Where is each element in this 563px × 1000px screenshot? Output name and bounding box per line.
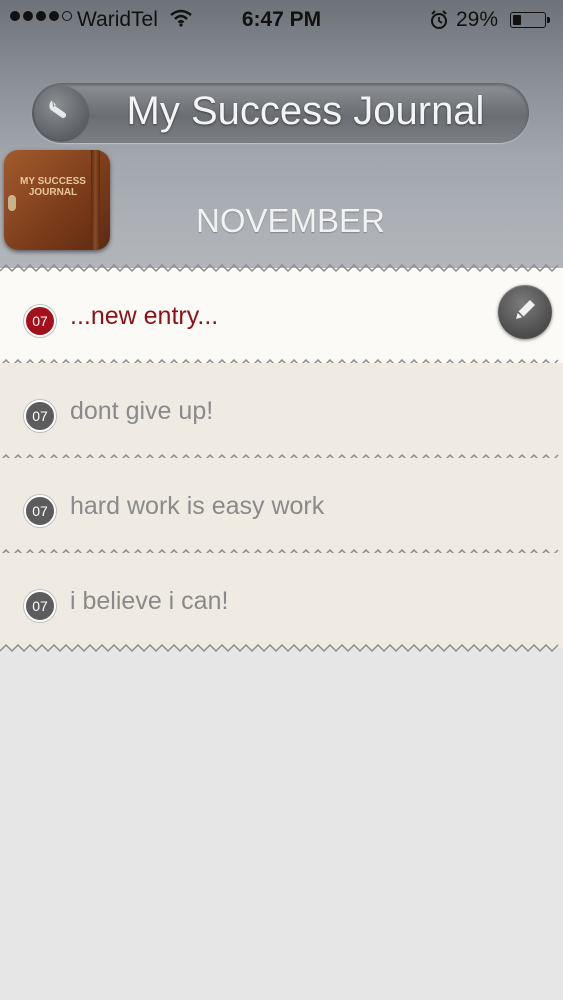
app-title: My Success Journal	[126, 89, 485, 133]
day-badge: 07	[24, 495, 56, 527]
battery-percent: 29%	[456, 8, 499, 31]
entry-list: 07 ...new entry... 07 dont give up! 07 h…	[0, 264, 563, 652]
edit-button[interactable]	[498, 285, 552, 339]
entry-text: ...new entry...	[70, 302, 219, 330]
wrench-icon	[46, 96, 76, 131]
day-badge: 07	[24, 305, 56, 337]
list-item[interactable]: 07 hard work is easy work	[0, 458, 563, 557]
list-item[interactable]: 07 ...new entry...	[0, 264, 563, 367]
entry-text: hard work is easy work	[70, 492, 325, 520]
pencil-icon	[512, 297, 538, 328]
status-bar: WaridTel 6:47 PM 29%	[0, 0, 563, 40]
alarm-icon	[430, 10, 448, 36]
entry-text: i believe i can!	[70, 587, 229, 615]
day-badge: 07	[24, 590, 56, 622]
day-badge: 07	[24, 400, 56, 432]
list-item[interactable]: 07 i believe i can!	[0, 553, 563, 652]
battery-icon	[510, 12, 546, 28]
settings-button[interactable]	[34, 86, 88, 140]
app-header: WaridTel 6:47 PM 29% My Success Journal …	[0, 0, 563, 268]
journal-icon-label: MY SUCCESS JOURNAL	[20, 176, 86, 198]
journal-app-icon[interactable]: MY SUCCESS JOURNAL	[4, 150, 110, 250]
entry-text: dont give up!	[70, 397, 214, 425]
month-label: NOVEMBER	[196, 202, 385, 239]
title-bar: My Success Journal	[32, 83, 529, 143]
list-item[interactable]: 07 dont give up!	[0, 363, 563, 462]
